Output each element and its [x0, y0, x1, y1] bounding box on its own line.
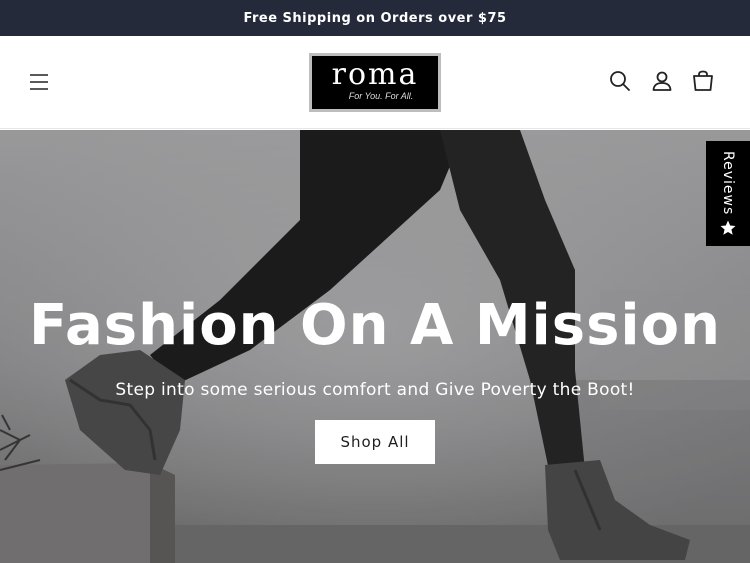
cart-icon: [693, 70, 713, 91]
logo-wordmark: roma: [331, 56, 419, 92]
site-logo[interactable]: roma For You. For All.: [309, 53, 441, 112]
reviews-tab[interactable]: Reviews: [706, 141, 750, 246]
announcement-bar: Free Shipping on Orders over $75: [0, 0, 750, 36]
announcement-text: Free Shipping on Orders over $75: [243, 10, 507, 26]
site-header: roma For You. For All.: [0, 36, 750, 129]
menu-button[interactable]: [26, 70, 52, 94]
logo-tagline: For You. For All.: [348, 90, 414, 101]
account-icon: [652, 71, 672, 91]
search-button[interactable]: [608, 69, 632, 93]
star-icon: [720, 220, 736, 235]
shop-all-button[interactable]: Shop All: [315, 420, 435, 464]
hero-content: Fashion On A Mission Step into some seri…: [0, 290, 750, 464]
account-button[interactable]: [650, 69, 674, 93]
hero-subtitle: Step into some serious comfort and Give …: [115, 380, 635, 400]
hamburger-menu-icon: [30, 74, 48, 90]
cart-button[interactable]: [691, 69, 715, 93]
hero-banner: Fashion On A Mission Step into some seri…: [0, 130, 750, 563]
hero-title: Fashion On A Mission: [29, 293, 721, 358]
reviews-label: Reviews: [720, 151, 736, 216]
search-icon: [610, 71, 630, 91]
